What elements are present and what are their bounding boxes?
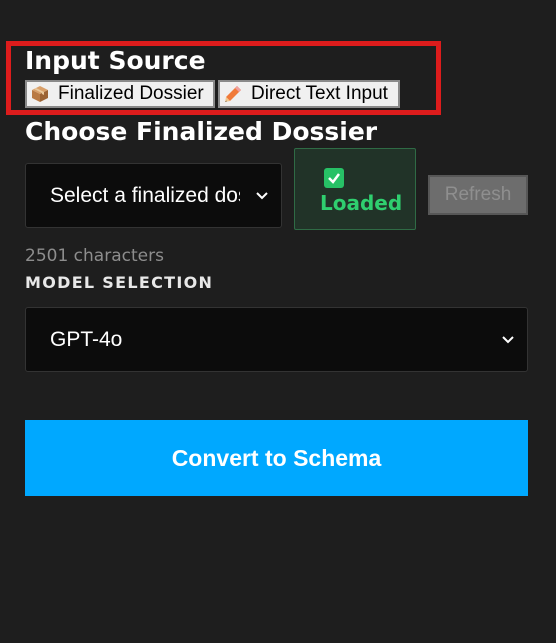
model-selection-label: MODEL SELECTION [25, 273, 214, 292]
direct-text-input-button[interactable]: Direct Text Input [218, 80, 400, 108]
package-icon [32, 86, 48, 102]
loaded-status-text: Loaded [320, 191, 403, 215]
model-select-value: GPT-4o [50, 327, 123, 351]
input-source-heading: Input Source [25, 46, 206, 75]
convert-to-schema-button[interactable]: Convert to Schema [25, 420, 528, 496]
loaded-status-badge: Loaded [294, 148, 416, 230]
finalized-dossier-label: Finalized Dossier [58, 83, 204, 104]
character-count: 2501 characters [25, 246, 164, 266]
refresh-button[interactable]: Refresh [428, 175, 528, 215]
direct-text-input-label: Direct Text Input [251, 83, 388, 104]
finalized-dossier-button[interactable]: Finalized Dossier [25, 80, 215, 108]
dossier-select[interactable]: Select a finalized dossier [25, 163, 282, 228]
dossier-select-value: Select a finalized dossier [50, 183, 240, 207]
pencil-icon [225, 86, 241, 102]
chevron-down-icon [256, 191, 268, 199]
choose-dossier-heading: Choose Finalized Dossier [25, 117, 378, 146]
check-icon [324, 168, 344, 188]
model-select[interactable]: GPT-4o [25, 307, 528, 372]
chevron-down-icon [502, 335, 514, 343]
